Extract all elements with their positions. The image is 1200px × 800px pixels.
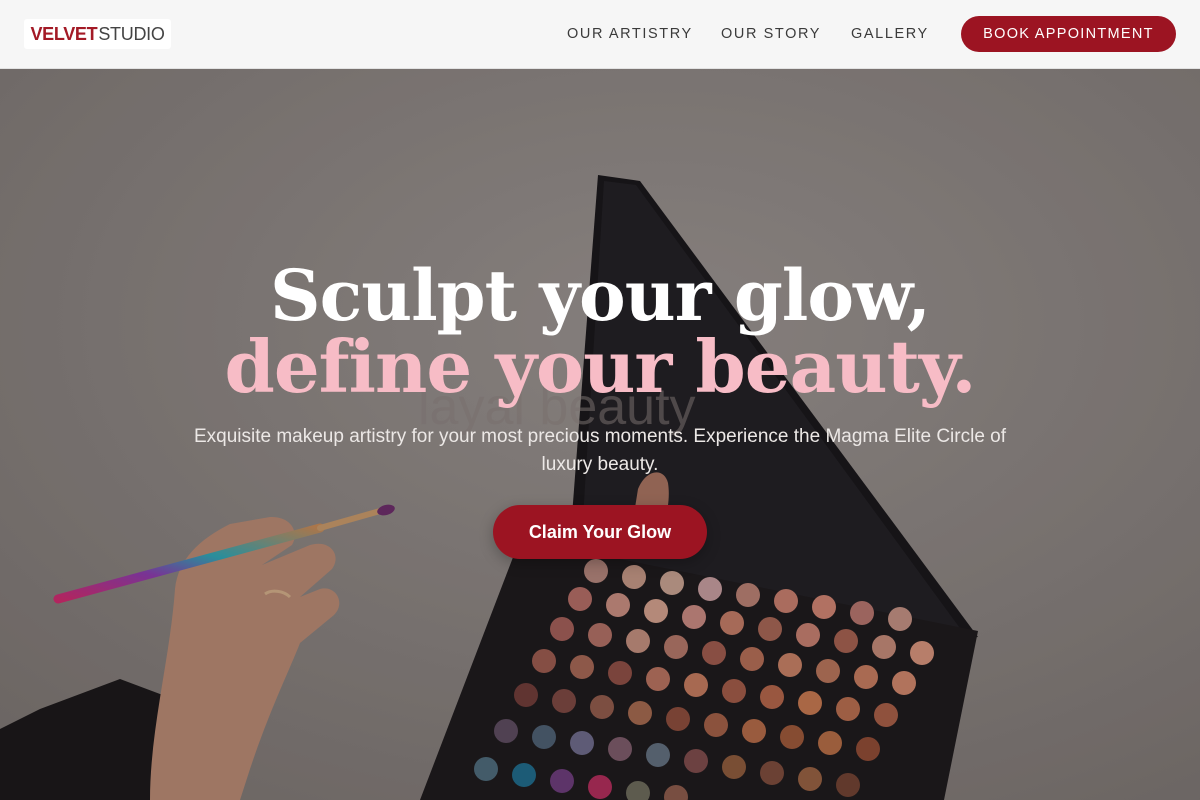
brand-logo[interactable]: VELVET STUDIO — [24, 19, 171, 49]
nav-link-gallery[interactable]: GALLERY — [851, 26, 929, 42]
book-appointment-button[interactable]: BOOK APPOINTMENT — [961, 16, 1176, 52]
hero-headline-line2: define your beauty. — [224, 324, 977, 409]
logo-text-velvet: VELVET — [30, 23, 98, 44]
page: VELVET STUDIO OUR ARTISTRY OUR STORY GALL… — [0, 0, 1200, 800]
site-header: VELVET STUDIO OUR ARTISTRY OUR STORY GALL… — [0, 0, 1200, 69]
nav-link-our-artistry[interactable]: OUR ARTISTRY — [567, 26, 693, 42]
nav-link-our-story[interactable]: OUR STORY — [721, 26, 821, 42]
logo-text-studio: STUDIO — [98, 23, 165, 44]
claim-your-glow-button[interactable]: Claim Your Glow — [493, 505, 707, 559]
hero-subtext: Exquisite makeup artistry for your most … — [193, 426, 1007, 475]
hero-section: layal beauty Sculpt your glow, define yo… — [0, 69, 1200, 800]
